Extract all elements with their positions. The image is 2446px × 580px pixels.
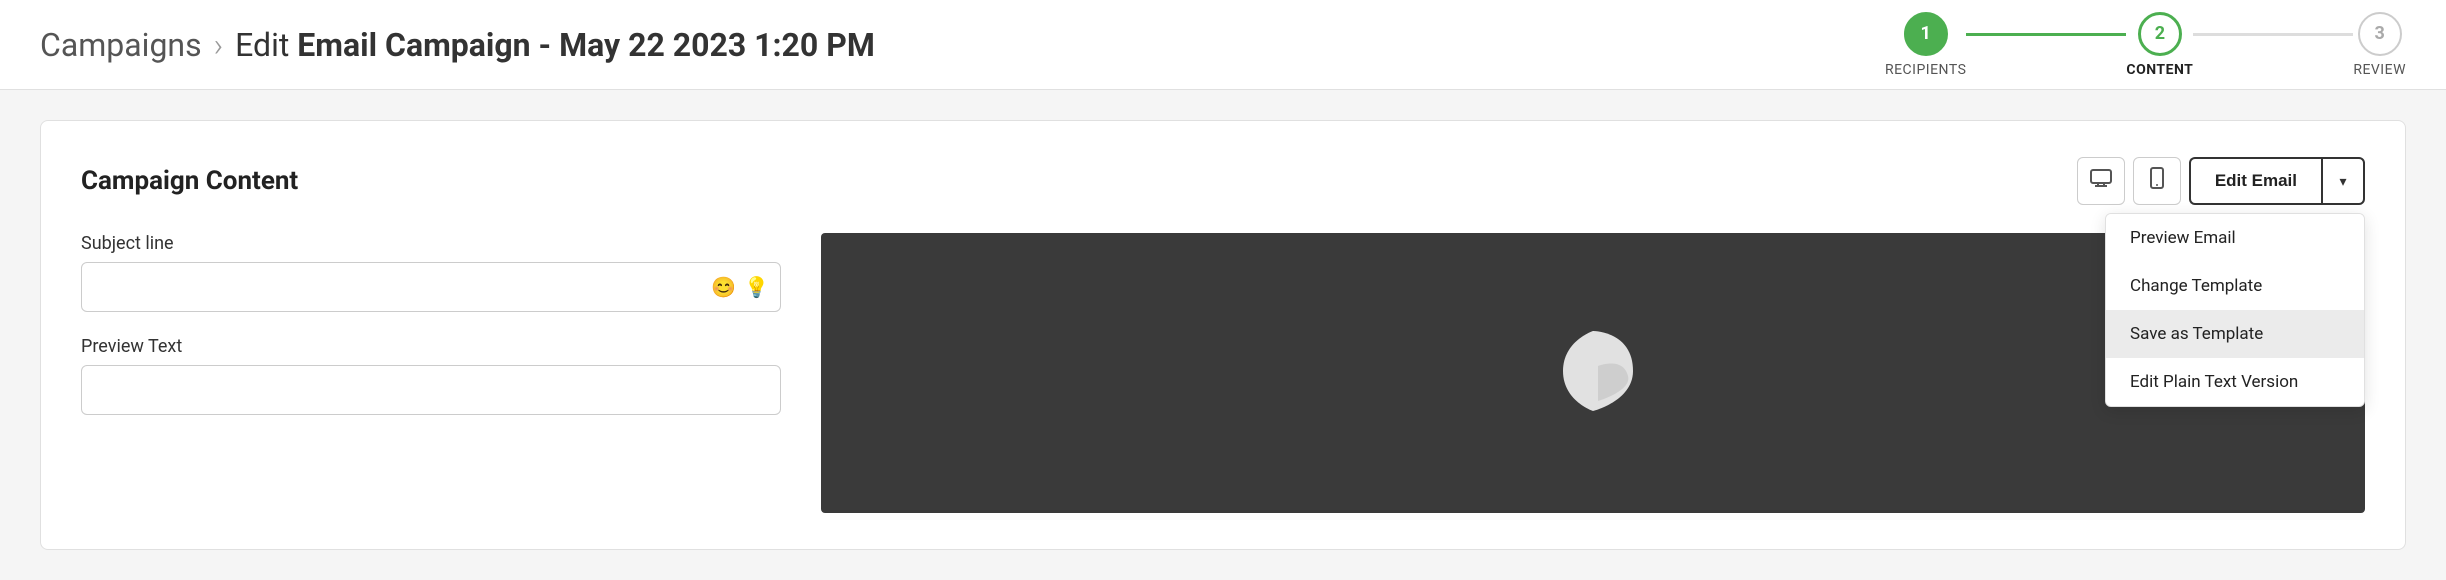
step-1[interactable]: 1 RECIPIENTS <box>1885 12 1966 78</box>
mobile-icon <box>2150 167 2164 195</box>
dropdown-arrow-icon: ▾ <box>2339 173 2346 190</box>
desktop-icon <box>2090 169 2112 193</box>
subject-input-icons: 😊 💡 <box>711 275 769 299</box>
dropdown-item-change-template[interactable]: Change Template <box>2106 262 2364 310</box>
step-2-circle: 2 <box>2138 12 2182 56</box>
campaign-content-card: Campaign Content <box>40 120 2406 550</box>
preview-logo <box>1533 321 1653 425</box>
breadcrumb-separator: › <box>214 26 224 64</box>
card-header: Campaign Content <box>81 157 2365 205</box>
edit-email-button[interactable]: Edit Email <box>2189 157 2321 205</box>
step-3-circle: 3 <box>2358 12 2402 56</box>
card-actions: Edit Email ▾ Preview Email Change Templa… <box>2077 157 2365 205</box>
edit-email-button-group: Edit Email ▾ <box>2189 157 2365 205</box>
dropdown-menu: Preview Email Change Template Save as Te… <box>2105 213 2365 407</box>
breadcrumb-title: Email Campaign - May 22 2023 1:20 PM <box>297 26 875 64</box>
mobile-view-button[interactable] <box>2133 157 2181 205</box>
step-2-label: CONTENT <box>2126 62 2193 78</box>
main-content: Campaign Content <box>0 90 2446 580</box>
subject-line-label: Subject line <box>81 233 781 254</box>
connector-1-2 <box>1966 33 2126 36</box>
dropdown-item-save-as-template[interactable]: Save as Template <box>2106 310 2364 358</box>
dropdown-item-preview-email[interactable]: Preview Email <box>2106 214 2364 262</box>
stepper: 1 RECIPIENTS 2 CONTENT 3 REVIEW <box>1885 12 2406 78</box>
dropdown-item-edit-plain-text[interactable]: Edit Plain Text Version <box>2106 358 2364 406</box>
bulb-icon[interactable]: 💡 <box>744 275 769 299</box>
step-3-label: REVIEW <box>2353 62 2406 78</box>
card-title: Campaign Content <box>81 166 298 196</box>
step-1-circle: 1 <box>1904 12 1948 56</box>
preview-text-label: Preview Text <box>81 336 781 357</box>
breadcrumb: Campaigns › Edit Email Campaign - May 22… <box>40 26 875 64</box>
subject-input-wrapper: 😊 💡 <box>81 262 781 312</box>
form-left: Subject line 😊 💡 Preview Text <box>81 233 781 513</box>
connector-2-3 <box>2193 33 2353 36</box>
edit-email-dropdown-button[interactable]: ▾ <box>2321 157 2365 205</box>
form-section: Subject line 😊 💡 Preview Text <box>81 233 2365 513</box>
emoji-icon[interactable]: 😊 <box>711 275 736 299</box>
subject-line-group: Subject line 😊 💡 <box>81 233 781 312</box>
step-3[interactable]: 3 REVIEW <box>2353 12 2406 78</box>
preview-text-group: Preview Text <box>81 336 781 415</box>
header: Campaigns › Edit Email Campaign - May 22… <box>0 0 2446 90</box>
preview-text-input[interactable] <box>81 365 781 415</box>
subject-line-input[interactable] <box>81 262 781 312</box>
step-1-label: RECIPIENTS <box>1885 62 1966 78</box>
desktop-view-button[interactable] <box>2077 157 2125 205</box>
preview-text-input-wrapper <box>81 365 781 415</box>
breadcrumb-campaigns[interactable]: Campaigns <box>40 26 202 64</box>
step-2[interactable]: 2 CONTENT <box>2126 12 2193 78</box>
breadcrumb-page: Edit Email Campaign - May 22 2023 1:20 P… <box>235 26 875 64</box>
